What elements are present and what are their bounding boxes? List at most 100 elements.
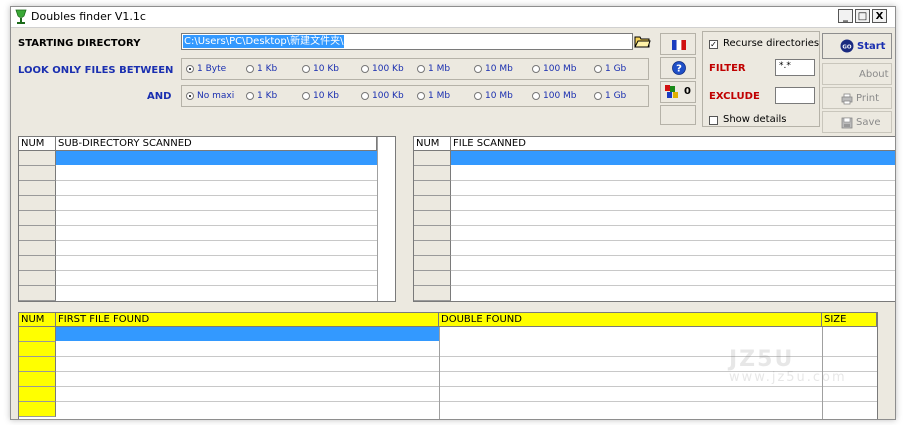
- table-row[interactable]: [414, 271, 451, 286]
- max-size-option[interactable]: No maxi: [186, 91, 234, 101]
- filter-value: *.*: [779, 61, 791, 71]
- close-button[interactable]: X: [872, 9, 887, 23]
- table-row[interactable]: [414, 241, 451, 256]
- exclude-input[interactable]: [775, 87, 815, 104]
- file-selected-row[interactable]: [451, 151, 895, 165]
- save-label: Save: [856, 117, 881, 128]
- min-size-option[interactable]: 1 Gb: [594, 64, 626, 74]
- watermark-line1: JZ5U: [729, 347, 795, 372]
- row-divider: [56, 225, 377, 226]
- about-button[interactable]: About: [822, 63, 892, 85]
- starting-directory-label: STARTING DIRECTORY: [18, 38, 141, 49]
- table-row[interactable]: [19, 211, 56, 226]
- table-row[interactable]: [19, 166, 56, 181]
- table-row[interactable]: [19, 286, 56, 301]
- min-size-option[interactable]: 1 Mb: [417, 64, 450, 74]
- min-size-option[interactable]: 10 Mb: [474, 64, 513, 74]
- table-row[interactable]: [414, 256, 451, 271]
- window-title: Doubles finder V1.1c: [31, 10, 146, 23]
- row-divider: [56, 270, 377, 271]
- row-divider: [56, 386, 877, 387]
- watermark-line2: www.jz5u.com: [729, 370, 847, 385]
- filter-label: FILTER: [709, 63, 746, 74]
- radio-icon: [246, 92, 254, 100]
- max-size-option[interactable]: 1 Kb: [246, 91, 277, 101]
- french-flag-icon: [672, 40, 686, 50]
- row-divider: [56, 195, 377, 196]
- radio-icon: [246, 65, 254, 73]
- open-folder-icon[interactable]: [633, 32, 651, 50]
- max-size-option[interactable]: 100 Mb: [532, 91, 577, 101]
- file-name-header: FILE SCANNED: [451, 137, 895, 151]
- table-row[interactable]: [414, 181, 451, 196]
- print-button[interactable]: Print: [822, 87, 892, 109]
- row-divider: [451, 195, 895, 196]
- table-row[interactable]: [19, 241, 56, 256]
- min-size-option[interactable]: 100 Kb: [361, 64, 404, 74]
- table-row[interactable]: [414, 166, 451, 181]
- help-button[interactable]: ?: [660, 57, 696, 79]
- max-size-option[interactable]: 1 Mb: [417, 91, 450, 101]
- go-icon: GO: [840, 39, 854, 53]
- results-num-header: NUM: [19, 313, 56, 327]
- app-icon: [15, 9, 27, 24]
- grid-right-border: [377, 137, 378, 301]
- table-row[interactable]: [19, 402, 56, 417]
- min-size-option[interactable]: 1 Kb: [246, 64, 277, 74]
- table-row[interactable]: [19, 256, 56, 271]
- table-row[interactable]: [19, 387, 56, 402]
- max-size-radio-group: No maxi 1 Kb 10 Kb 100 Kb 1 Mb 10 Mb 100…: [181, 85, 649, 107]
- results-selected-row[interactable]: [56, 327, 439, 341]
- colored-letters-icon: [665, 85, 678, 98]
- min-size-option[interactable]: 1 Byte: [186, 64, 226, 74]
- recurse-checkbox[interactable]: ✓: [709, 40, 718, 49]
- table-row[interactable]: [414, 226, 451, 241]
- table-row[interactable]: [19, 357, 56, 372]
- svg-text:?: ?: [676, 64, 682, 75]
- table-row[interactable]: [19, 342, 56, 357]
- radio-icon: [474, 92, 482, 100]
- maximize-button[interactable]: □: [855, 9, 870, 23]
- radio-selected-icon: [186, 92, 194, 100]
- show-details-label: Show details: [723, 114, 787, 125]
- radio-icon: [302, 92, 310, 100]
- table-row[interactable]: [19, 196, 56, 211]
- min-size-option[interactable]: 10 Kb: [302, 64, 339, 74]
- max-size-option[interactable]: 10 Mb: [474, 91, 513, 101]
- row-divider: [56, 240, 377, 241]
- duplicates-counter-button[interactable]: 0: [660, 81, 696, 103]
- size-header: SIZE: [822, 313, 877, 327]
- table-row[interactable]: [19, 372, 56, 387]
- printer-icon: [841, 93, 853, 105]
- starting-directory-input[interactable]: C:\Users\PC\Desktop\新建文件夹\: [181, 33, 633, 50]
- language-french-button[interactable]: [660, 33, 696, 55]
- subdir-selected-row[interactable]: [56, 151, 377, 165]
- table-row[interactable]: [414, 286, 451, 301]
- blank-tool-button[interactable]: [660, 105, 696, 125]
- start-label: Start: [857, 41, 886, 52]
- radio-icon: [532, 92, 540, 100]
- table-row[interactable]: [19, 271, 56, 286]
- table-row[interactable]: [19, 226, 56, 241]
- max-size-option[interactable]: 1 Gb: [594, 91, 626, 101]
- table-row[interactable]: [414, 211, 451, 226]
- filter-input[interactable]: *.*: [775, 59, 815, 76]
- subdirectory-grid[interactable]: NUM SUB-DIRECTORY SCANNED: [18, 136, 396, 302]
- row-divider: [56, 210, 377, 211]
- show-details-checkbox[interactable]: [709, 116, 718, 125]
- go-badge-text: GO: [842, 45, 852, 51]
- title-bar[interactable]: Doubles finder V1.1c _ □ X: [11, 7, 895, 28]
- table-row[interactable]: [19, 181, 56, 196]
- table-row[interactable]: [414, 151, 451, 166]
- table-row[interactable]: [19, 151, 56, 166]
- minimize-button[interactable]: _: [838, 9, 853, 23]
- max-size-option[interactable]: 100 Kb: [361, 91, 404, 101]
- row-divider: [451, 270, 895, 271]
- file-grid[interactable]: NUM FILE SCANNED: [413, 136, 895, 302]
- start-button[interactable]: GO Start: [822, 33, 892, 59]
- save-button[interactable]: Save: [822, 111, 892, 133]
- max-size-option[interactable]: 10 Kb: [302, 91, 339, 101]
- table-row[interactable]: [19, 327, 56, 342]
- table-row[interactable]: [414, 196, 451, 211]
- min-size-option[interactable]: 100 Mb: [532, 64, 577, 74]
